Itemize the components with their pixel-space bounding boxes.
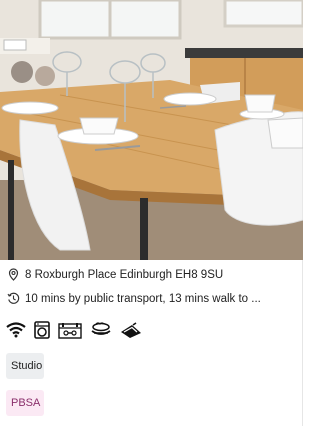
accommodation-type-tag: PBSA [6, 390, 44, 416]
bed-icon [90, 321, 112, 339]
amenities-list [6, 321, 142, 339]
address-text: 8 Roxburgh Place Edinburgh EH8 9SU [25, 268, 224, 281]
accommodation-type-tag-label: PBSA [11, 397, 41, 409]
iron-icon [120, 322, 142, 338]
room-type-tag-label: Studio [11, 360, 43, 372]
location-pin-icon [7, 268, 20, 281]
listing-card[interactable]: 8 Roxburgh Place Edinburgh EH8 9SU 10 mi… [0, 0, 303, 426]
address-row: 8 Roxburgh Place Edinburgh EH8 9SU [7, 268, 223, 281]
washing-machine-icon [34, 321, 50, 339]
wifi-icon [6, 322, 26, 338]
commute-row: 10 mins by public transport, 13 mins wal… [7, 292, 261, 305]
clock-history-icon [7, 292, 20, 305]
gym-icon [58, 321, 82, 339]
room-type-tag: Studio [6, 353, 44, 379]
commute-text: 10 mins by public transport, 13 mins wal… [25, 292, 261, 305]
listing-photo[interactable] [0, 0, 303, 260]
